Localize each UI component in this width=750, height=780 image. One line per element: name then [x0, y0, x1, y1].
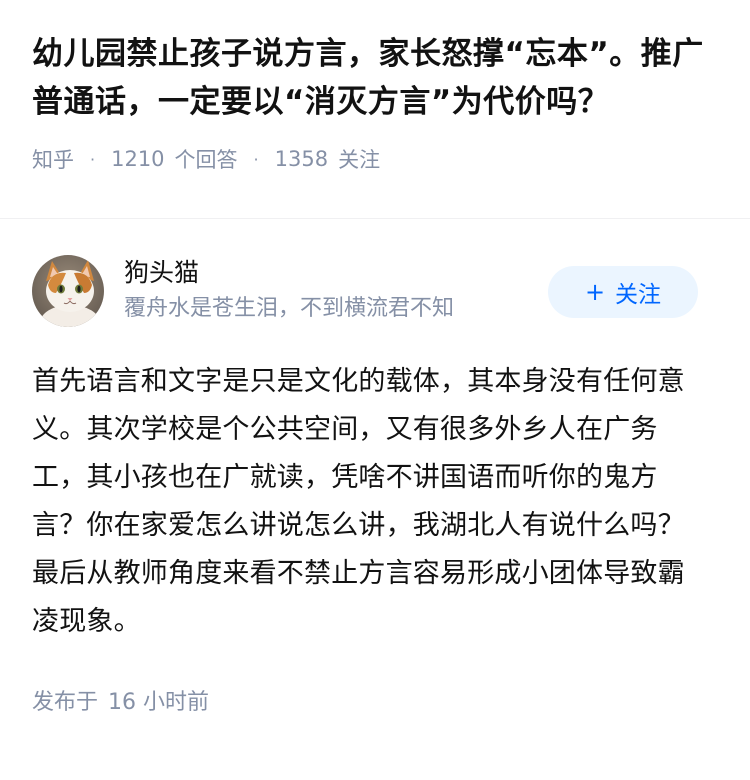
author-info: 狗头猫 覆舟水是苍生泪，不到横流君不知 [124, 256, 454, 326]
answer-content: 首先语言和文字是只是文化的载体，其本身没有任何意义。其次学校是个公共空间，又有很… [32, 366, 685, 637]
meta-separator: · [90, 149, 96, 169]
answer-time: 发布于 16 小时前 [32, 684, 718, 716]
answer-count: 1210 [111, 147, 165, 171]
question-title[interactable]: 幼儿园禁止孩子说方言，家长怒撑“忘本”。推广普通话，一定要以“消灭方言”为代价吗… [32, 30, 718, 126]
published-time: 16 小时前 [108, 690, 210, 715]
cat-avatar-icon [32, 255, 104, 327]
question-header: 幼儿园禁止孩子说方言，家长怒撑“忘本”。推广普通话，一定要以“消灭方言”为代价吗… [0, 0, 750, 219]
published-label: 发布于 [32, 690, 99, 715]
follow-count-label: 关注 [338, 148, 381, 172]
author-bio: 覆舟水是苍生泪，不到横流君不知 [124, 296, 455, 321]
follow-button-label: 关注 [615, 282, 662, 308]
author-name[interactable]: 狗头猫 [124, 256, 454, 290]
author-row: 狗头猫 覆舟水是苍生泪，不到横流君不知 + 关注 [32, 253, 718, 329]
question-meta: 知乎 · 1210 个回答 · 1358 关注 [32, 144, 718, 174]
plus-icon: + [584, 278, 606, 306]
follow-count: 1358 [274, 147, 329, 171]
source-label[interactable]: 知乎 [32, 144, 74, 174]
answer-count-label: 个回答 [174, 148, 238, 172]
follow-button[interactable]: + 关注 [548, 266, 698, 318]
answer-card: 狗头猫 覆舟水是苍生泪，不到横流君不知 + 关注 首先语言和文字是只是文化的载体… [0, 219, 750, 716]
avatar[interactable] [32, 255, 104, 327]
meta-separator: · [253, 149, 259, 169]
